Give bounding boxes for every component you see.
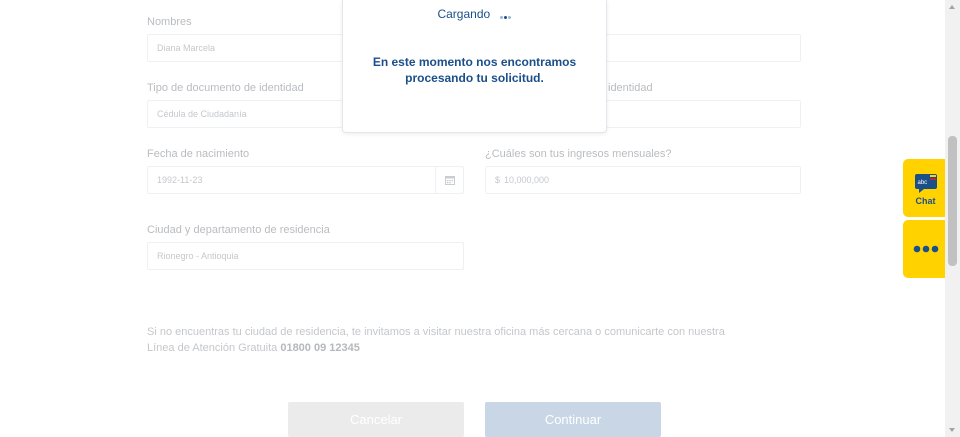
tipo-documento-label: Tipo de documento de identidad <box>147 82 304 94</box>
tipo-documento-select[interactable]: Cédula de Ciudadanía <box>147 100 343 128</box>
processing-message-line-2: procesando tu solicitud. <box>405 71 544 85</box>
chat-button[interactable]: abc Chat <box>903 159 948 217</box>
ciudad-field[interactable]: Rionegro - Antioquia <box>147 242 464 270</box>
ingresos-field[interactable]: $10,000,000 <box>485 166 801 194</box>
nombres-label: Nombres <box>147 16 192 28</box>
ciudad-label: Ciudad y departamento de residencia <box>147 224 330 236</box>
currency-prefix: $ <box>495 175 501 185</box>
hotline-phone: 01800 09 12345 <box>280 342 360 354</box>
note-line-2: Línea de Atención Gratuita 01800 09 1234… <box>147 340 725 356</box>
scroll-up-arrow-icon[interactable] <box>949 5 955 9</box>
calendar-icon <box>444 176 455 185</box>
processing-message-line-1: En este momento nos encontramos <box>372 55 577 69</box>
ingresos-value: 10,000,000 <box>504 175 550 185</box>
more-options-button[interactable] <box>903 220 948 278</box>
nombres-field[interactable]: Diana Marcela <box>147 34 343 62</box>
cancel-button[interactable]: Cancelar <box>288 402 464 437</box>
loading-dots-icon <box>500 8 512 22</box>
apellidos-field[interactable] <box>606 34 801 62</box>
numero-documento-label: identidad <box>608 82 653 94</box>
fecha-nacimiento-label: Fecha de nacimiento <box>147 148 250 160</box>
calendar-button[interactable] <box>435 167 463 193</box>
scroll-thumb[interactable] <box>948 136 957 266</box>
note-line-2-text: Línea de Atención Gratuita <box>147 342 281 354</box>
scroll-down-arrow-icon[interactable] <box>949 428 955 432</box>
chat-label: Chat <box>915 195 936 206</box>
loading-indicator: Cargando <box>343 7 606 22</box>
continue-button[interactable]: Continuar <box>485 402 661 437</box>
processing-message: En este momento nos encontramos procesan… <box>343 54 606 86</box>
note-line-1: Si no encuentras tu ciudad de residencia… <box>147 326 725 338</box>
fecha-nacimiento-field[interactable]: 1992-11-23 <box>147 166 464 194</box>
loading-text: Cargando <box>437 7 491 21</box>
tipo-documento-value: Cédula de Ciudadanía <box>157 109 247 119</box>
page-scrollbar[interactable] <box>945 0 960 437</box>
loading-modal: Cargando En este momento nos encontramos… <box>342 0 607 133</box>
nombres-value: Diana Marcela <box>157 43 216 53</box>
city-help-note: Si no encuentras tu ciudad de residencia… <box>147 324 725 356</box>
chat-badge-text: abc <box>917 180 927 186</box>
ingresos-label: ¿Cuáles son tus ingresos mensuales? <box>485 148 672 160</box>
numero-documento-field[interactable] <box>606 100 801 128</box>
more-dots-icon <box>913 245 938 253</box>
fecha-nacimiento-value: 1992-11-23 <box>157 175 203 185</box>
chat-bubble-icon: abc <box>914 173 937 193</box>
ciudad-value: Rionegro - Antioquia <box>157 251 239 261</box>
